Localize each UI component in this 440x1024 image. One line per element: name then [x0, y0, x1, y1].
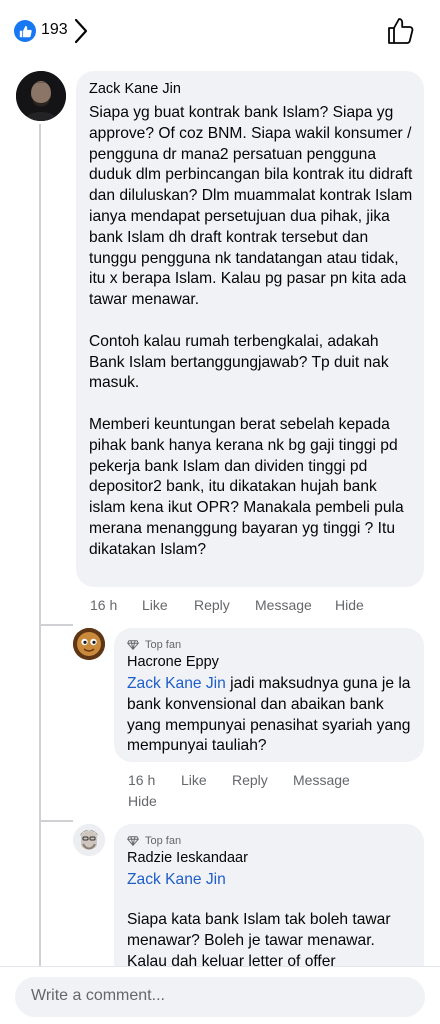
reaction-count[interactable]: 193 [41, 21, 68, 39]
mention-link[interactable]: Zack Kane Jin [127, 870, 226, 891]
reply-text: Siapa kata bank Islam tak boleh tawar me… [127, 911, 391, 970]
thread-line [39, 124, 41, 966]
thread-line-branch [39, 820, 73, 822]
reply-author[interactable]: Hacrone Eppy [127, 654, 219, 670]
diamond-icon [127, 640, 139, 650]
reply-button[interactable]: Reply [194, 597, 230, 613]
comment-time[interactable]: 16 h [90, 597, 117, 613]
comment-composer: Write a comment... [0, 966, 440, 1024]
avatar[interactable] [73, 628, 105, 660]
hide-button[interactable]: Hide [335, 597, 364, 613]
comment-input[interactable]: Write a comment... [15, 977, 425, 1017]
diamond-icon [127, 836, 139, 846]
reply-author[interactable]: Radzie Ieskandaar [127, 850, 248, 866]
hide-button[interactable]: Hide [128, 793, 157, 809]
comment-actions: 16 h Like Reply Message Hide [0, 597, 440, 617]
mention-link[interactable]: Zack Kane Jin [127, 675, 226, 692]
comment-time[interactable]: 16 h [128, 772, 155, 788]
comment-input-placeholder[interactable]: Write a comment... [31, 987, 165, 1005]
like-button[interactable]: Like [181, 772, 207, 788]
reply-text: Zack Kane Jin jadi maksudnya guna je la … [127, 675, 411, 755]
like-button[interactable]: Like [142, 597, 168, 613]
comment-text: Siapa yg buat kontrak bank Islam? Siapa … [89, 104, 413, 558]
message-button[interactable]: Message [293, 772, 350, 788]
chevron-right-icon[interactable] [74, 18, 88, 44]
reactions-header: 193 [0, 0, 440, 62]
reply-button[interactable]: Reply [232, 772, 268, 788]
top-fan-badge: Top fan [127, 637, 181, 653]
top-fan-badge: Top fan [127, 833, 181, 849]
comment-author[interactable]: Zack Kane Jin [89, 81, 181, 97]
reply-actions: 16 h Like Reply Message Hide [0, 772, 440, 812]
thread-line-branch [39, 624, 73, 626]
thumbs-up-outline-icon[interactable] [386, 16, 416, 46]
avatar[interactable] [16, 71, 66, 121]
reply-bubble[interactable]: Top fan Hacrone Eppy Zack Kane Jin jadi … [114, 628, 424, 762]
thumbs-up-icon[interactable] [14, 20, 36, 42]
comment-bubble[interactable]: Zack Kane Jin Siapa yg buat kontrak bank… [76, 71, 424, 587]
avatar[interactable] [73, 824, 105, 856]
message-button[interactable]: Message [255, 597, 312, 613]
